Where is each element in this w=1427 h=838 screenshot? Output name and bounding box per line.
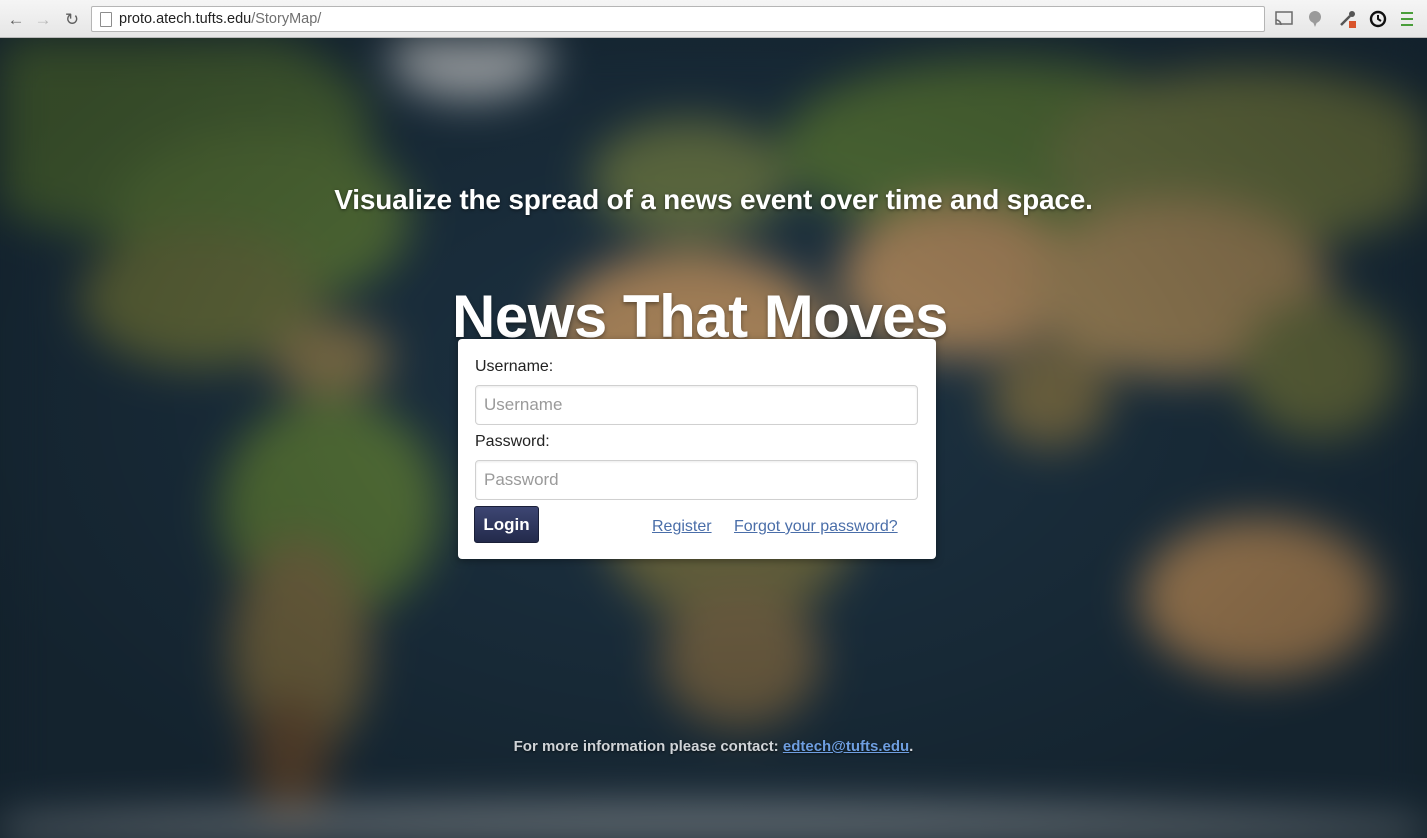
forward-icon[interactable]: → [32, 8, 54, 30]
forgot-password-link[interactable]: Forgot your password? [734, 518, 898, 536]
register-link[interactable]: Register [652, 518, 712, 536]
tagline: Visualize the spread of a news event ove… [334, 184, 1093, 215]
username-label: Username: [475, 358, 554, 375]
cast-icon[interactable] [1274, 9, 1294, 29]
username-input[interactable] [475, 385, 918, 425]
sync-icon[interactable] [1368, 9, 1388, 29]
page-icon [100, 12, 112, 27]
login-button[interactable]: Login [474, 506, 539, 543]
footer-suffix: . [909, 738, 914, 755]
back-icon[interactable]: ← [5, 8, 27, 30]
speech-bubble-icon[interactable] [1305, 9, 1325, 29]
reload-icon[interactable]: ↻ [61, 8, 83, 30]
address-url: proto.atech.tufts.edu/StoryMap/ [119, 11, 322, 27]
menu-icon[interactable] [1397, 9, 1417, 29]
eyedropper-icon[interactable] [1338, 9, 1358, 29]
password-input[interactable] [475, 460, 918, 500]
browser-toolbar: ← → ↻ proto.atech.tufts.edu/StoryMap/ [0, 0, 1427, 38]
password-label: Password: [475, 433, 550, 450]
login-panel: Username: Password: Login Register Forgo… [458, 339, 936, 559]
footer-text: For more information please contact: [513, 738, 783, 755]
footer-contact: For more information please contact: edt… [0, 738, 1427, 755]
address-bar[interactable]: proto.atech.tufts.edu/StoryMap/ [91, 6, 1265, 32]
contact-email-link[interactable]: edtech@tufts.edu [783, 738, 909, 755]
